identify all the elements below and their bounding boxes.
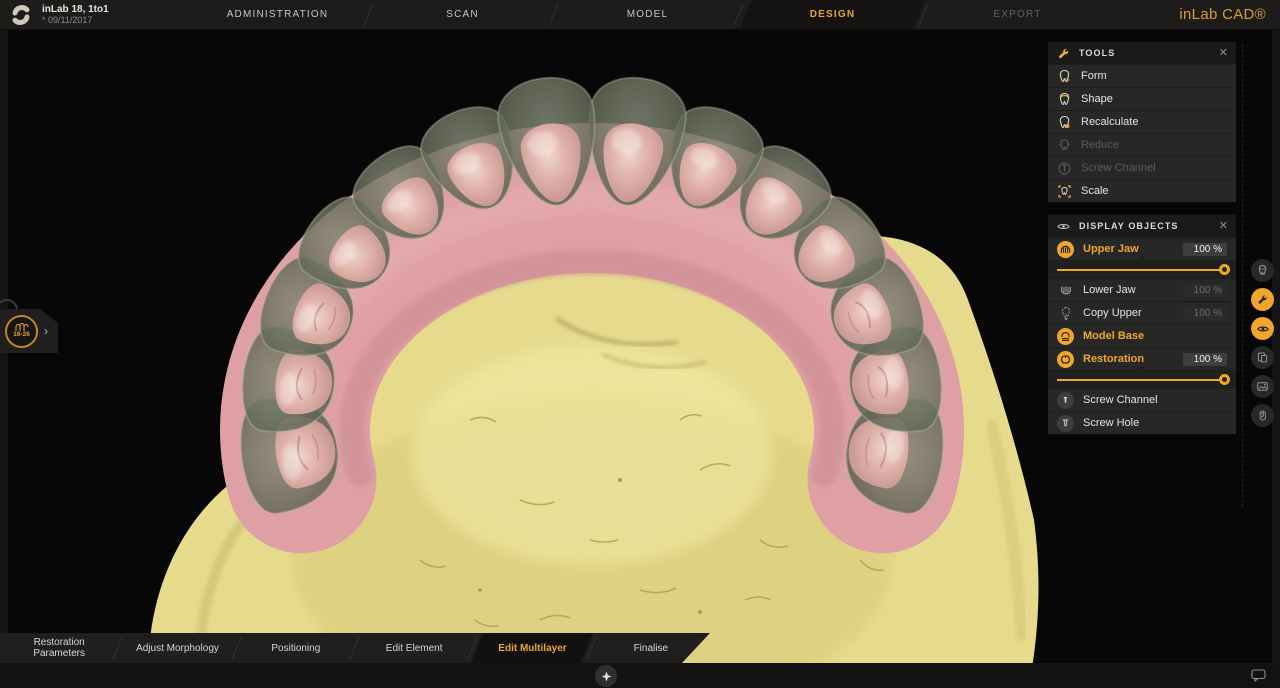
analysis-tooth-button[interactable]	[1251, 259, 1274, 282]
navigation-cursor-icon	[601, 671, 612, 682]
tool-item-reduce[interactable]: Reduce	[1048, 133, 1236, 156]
wrench-icon	[1056, 46, 1071, 61]
design-step-bar: Restoration Parameters Adjust Morphology…	[0, 633, 710, 663]
eye-icon	[1256, 322, 1270, 336]
close-icon[interactable]: ✕	[1219, 221, 1228, 232]
display-panel-header: DISPLAY OBJECTS ✕	[1048, 215, 1236, 237]
view-navigation-button[interactable]	[595, 665, 617, 687]
step-positioning[interactable]: Positioning	[237, 633, 355, 663]
display-item-screw-hole[interactable]: Screw Hole	[1048, 411, 1236, 434]
display-item-copy-upper[interactable]: Copy Upper 100 %	[1048, 301, 1236, 324]
tab-export[interactable]: EXPORT	[925, 0, 1110, 29]
step-restoration-parameters[interactable]: Restoration Parameters	[0, 633, 118, 663]
project-name: inLab 18, 1to1	[42, 4, 109, 16]
form-tool-icon	[1057, 69, 1072, 84]
project-date: * 09/11/2017	[42, 15, 109, 25]
display-objects-panel: DISPLAY OBJECTS ✕ Upper Jaw 100 % Lower …	[1048, 215, 1236, 434]
restoration-opacity-value[interactable]: 100 %	[1183, 353, 1227, 366]
tab-model[interactable]: MODEL	[555, 0, 740, 29]
recalculate-tool-icon	[1057, 115, 1072, 130]
sirona-logo-icon	[9, 3, 33, 27]
tools-dock-button[interactable]	[1251, 288, 1274, 311]
hand-icon	[1256, 409, 1269, 422]
screenshot-button[interactable]	[1251, 375, 1274, 398]
tool-item-screw-channel[interactable]: Screw Channel	[1048, 156, 1236, 179]
phase-tabs: ADMINISTRATION SCAN MODEL DESIGN EXPORT	[185, 0, 1110, 29]
copy-upper-opacity-value[interactable]: 100 %	[1183, 307, 1227, 320]
touch-gestures-button[interactable]	[1251, 404, 1274, 427]
display-panel-title: DISPLAY OBJECTS	[1079, 221, 1179, 231]
tools-panel: TOOLS ✕ Form Shape Recalculate	[1048, 42, 1236, 202]
tooth-range-label: 16-26	[13, 332, 30, 339]
display-item-screw-channel[interactable]: Screw Channel	[1048, 388, 1236, 411]
slider-knob[interactable]	[1219, 264, 1230, 275]
tool-item-shape[interactable]: Shape	[1048, 87, 1236, 110]
lower-jaw-icon	[1057, 282, 1074, 299]
application-window: inLab 18, 1to1 * 09/11/2017 ADMINISTRATI…	[0, 0, 1280, 688]
display-item-lower-jaw[interactable]: Lower Jaw 100 %	[1048, 278, 1236, 301]
step-edit-element[interactable]: Edit Element	[355, 633, 473, 663]
slider-knob[interactable]	[1219, 374, 1230, 385]
comment-bubble-icon[interactable]	[1251, 669, 1266, 682]
upper-jaw-opacity-value[interactable]: 100 %	[1183, 243, 1227, 256]
tooth-range-badge: 16-26	[5, 315, 38, 348]
clipboard-button[interactable]	[1251, 346, 1274, 369]
screw-channel-tool-icon	[1057, 161, 1072, 176]
step-edit-multilayer[interactable]: Edit Multilayer	[473, 633, 591, 663]
logo-block: inLab 18, 1to1 * 09/11/2017	[0, 0, 185, 29]
lower-jaw-opacity-value[interactable]: 100 %	[1183, 284, 1227, 297]
step-adjust-morphology[interactable]: Adjust Morphology	[118, 633, 236, 663]
tab-administration[interactable]: ADMINISTRATION	[185, 0, 370, 29]
display-objects-dock-button[interactable]	[1251, 317, 1274, 340]
image-export-icon	[1256, 380, 1269, 393]
display-item-model-base[interactable]: Model Base	[1048, 324, 1236, 347]
side-toolbar	[1251, 259, 1274, 427]
eye-icon	[1056, 219, 1071, 234]
tool-item-form[interactable]: Form	[1048, 64, 1236, 87]
tab-design[interactable]: DESIGN	[740, 0, 925, 29]
clipboard-copy-icon	[1256, 351, 1269, 364]
tab-scan[interactable]: SCAN	[370, 0, 555, 29]
wrench-icon	[1256, 293, 1269, 306]
reduce-tool-icon	[1057, 138, 1072, 153]
tool-item-scale[interactable]: Scale	[1048, 179, 1236, 202]
screw-hole-icon	[1057, 415, 1074, 432]
upper-jaw-icon	[1057, 241, 1074, 258]
restoration-opacity-slider[interactable]	[1048, 370, 1236, 388]
close-icon[interactable]: ✕	[1219, 48, 1228, 59]
screw-channel-icon	[1057, 392, 1074, 409]
chevron-right-icon[interactable]: ›	[44, 324, 48, 338]
tools-panel-header: TOOLS ✕	[1048, 42, 1236, 64]
model-base-icon	[1057, 328, 1074, 345]
tools-panel-title: TOOLS	[1079, 48, 1115, 58]
tooth-icon	[1256, 264, 1269, 277]
scale-tool-icon	[1057, 184, 1072, 199]
copy-upper-icon	[1057, 305, 1074, 322]
top-navigation-bar: inLab 18, 1to1 * 09/11/2017 ADMINISTRATI…	[0, 0, 1280, 30]
status-bar	[0, 663, 1280, 688]
restoration-icon	[1057, 351, 1074, 368]
shape-tool-icon	[1057, 92, 1072, 107]
app-brand: inLab CAD®	[1179, 6, 1266, 23]
tool-item-recalculate[interactable]: Recalculate	[1048, 110, 1236, 133]
upper-jaw-opacity-slider[interactable]	[1048, 260, 1236, 278]
